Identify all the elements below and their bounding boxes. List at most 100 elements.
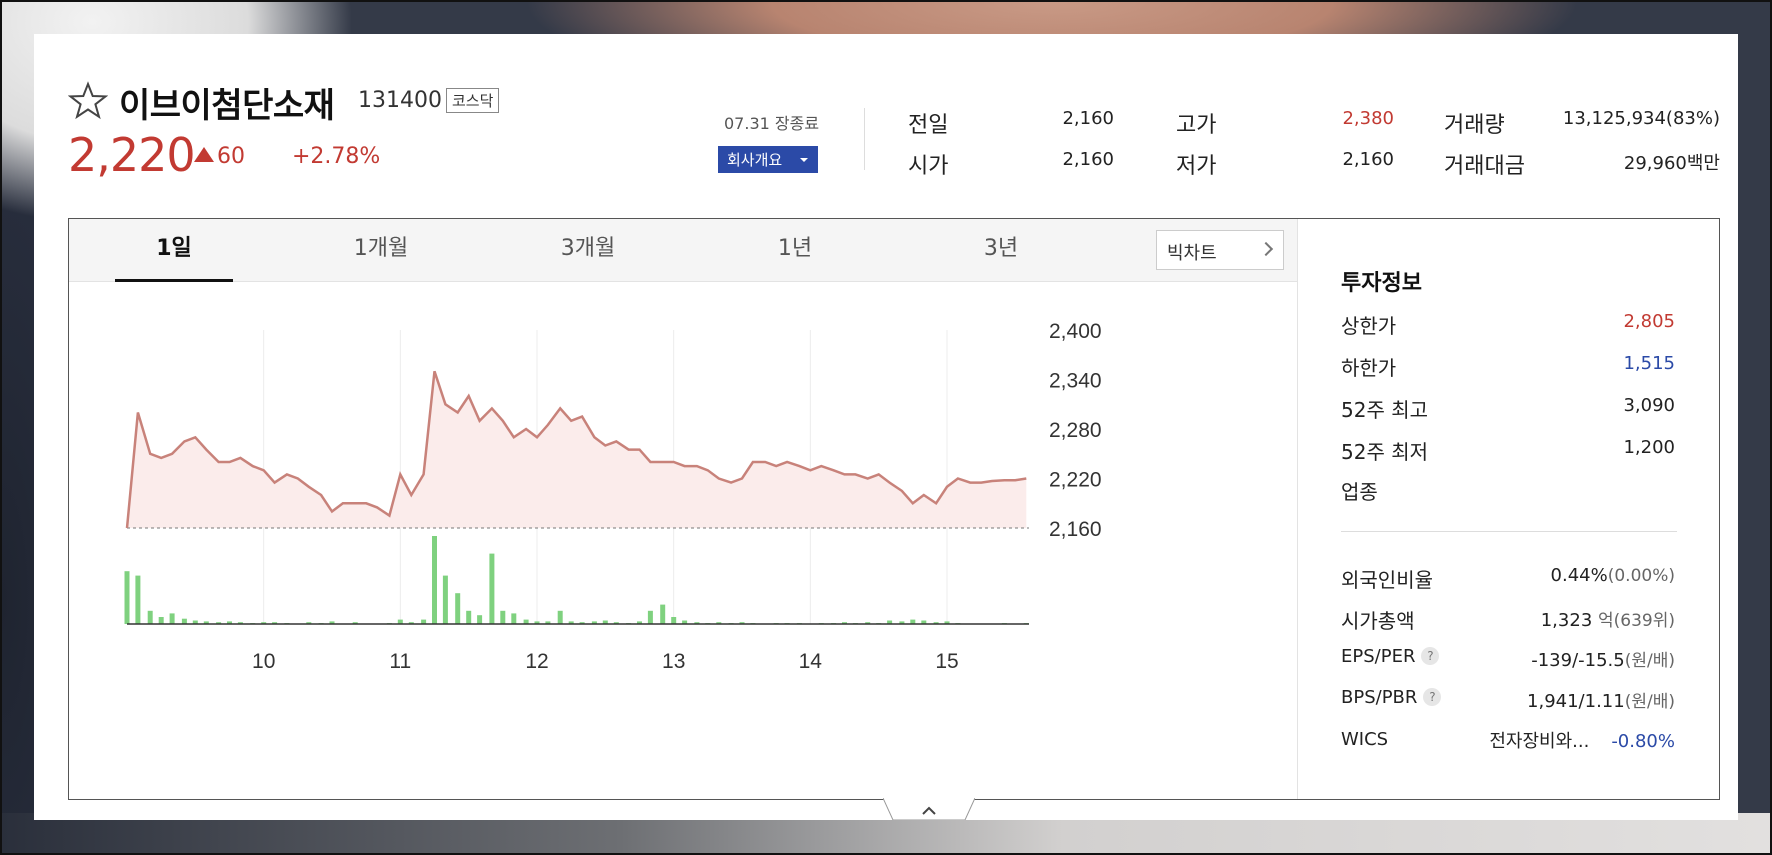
invest-info-title: 투자정보 [1341,271,1422,296]
volume-bar [466,610,472,624]
invest-divider [1341,531,1677,532]
big-chart-button[interactable]: 빅차트 [1156,230,1284,270]
collapse-toggle[interactable] [883,798,975,820]
session-status: 07.31 장종료 [724,114,820,133]
tab-1month[interactable]: 1개월 [322,219,440,282]
big-chart-label: 빅차트 [1167,243,1217,264]
eps-per-unit: (원/배) [1624,651,1675,671]
foreign-ratio-value: 0.44%(0.00%) [1551,565,1675,586]
stat-volume-label: 거래량 [1444,113,1505,138]
period-tabs: 1일 1개월 3개월 1년 3년 빅차트 [69,219,1297,282]
eps-per-amount: -139/-15.5 [1531,650,1625,671]
stock-card: 이브이첨단소재 131400 코스닥 2,220 60 +2.78% 07.31… [34,34,1738,820]
wics-label: WICS [1341,729,1389,750]
company-overview-label: 회사개요 [727,151,783,169]
stat-amount-value: 29,960백만 [1623,153,1720,174]
52w-low-value: 1,200 [1623,437,1675,458]
y-tick-label: 2,400 [1049,320,1102,343]
market-cap-label: 시가총액 [1341,609,1415,633]
foreign-ratio-change: (0.00%) [1607,566,1675,586]
market-cap-amount: 1,323 [1540,610,1593,631]
eps-per-text: EPS/PER [1341,646,1416,667]
sector-label: 업종 [1341,480,1378,504]
upper-limit-label: 상한가 [1341,314,1397,338]
market-cap-value: 1,323 억(639위) [1541,606,1675,631]
volume-bar [511,613,517,624]
x-tick-label: 14 [799,650,823,673]
caret-down-icon [800,158,808,162]
chevron-right-icon [1258,241,1274,257]
y-tick-label: 2,160 [1049,518,1102,541]
volume-bar [169,613,175,624]
tab-1day[interactable]: 1일 [115,219,233,282]
wics-change: -0.80% [1611,731,1675,752]
eps-per-value: -139/-15.5(원/배) [1531,646,1675,671]
help-icon[interactable]: ? [1421,647,1440,665]
x-tick-label: 15 [935,650,958,673]
52w-high-label: 52주 최고 [1341,398,1429,422]
volume-bar [455,593,461,624]
wics-sector[interactable]: 전자장비와... [1489,731,1589,752]
52w-high-value: 3,090 [1623,395,1675,416]
foreign-ratio-pct: 0.44% [1550,565,1608,586]
market-badge: 코스닥 [446,88,500,113]
bps-pbr-value: 1,941/1.11(원/배) [1527,687,1675,712]
volume-bar [671,617,677,624]
volume-bar [158,617,164,624]
volume-bar [432,536,437,624]
volume-bar [181,618,187,624]
volume-bar [442,575,448,624]
x-tick-label: 12 [525,650,548,673]
stat-volume-value: 13,125,934(83%) [1562,108,1720,129]
x-tick-label: 10 [252,650,275,673]
wics-value: 전자장비와... -0.80% [1489,727,1675,753]
tab-3month[interactable]: 3개월 [529,219,647,282]
market-cap-unit: 억 [1598,611,1614,631]
stat-high-value: 2,380 [1342,108,1394,129]
volume-bar [124,571,130,624]
panel-divider [1297,219,1298,799]
52w-low-label: 52주 최저 [1341,440,1429,464]
stat-prev-value: 2,160 [1062,108,1114,129]
volume-bar [135,575,141,624]
bps-pbr-text: BPS/PBR [1341,687,1418,708]
x-tick-label: 13 [662,650,685,673]
help-icon[interactable]: ? [1423,688,1442,706]
price-change-value: 60 [217,144,245,169]
volume-bar [489,553,495,624]
volume-bar [500,610,506,624]
company-overview-button[interactable]: 회사개요 [718,146,818,173]
up-triangle-icon [194,147,214,162]
volume-bar [147,610,153,624]
x-tick-label: 11 [389,650,411,673]
price-area-fill [127,371,1027,528]
header-divider [864,108,865,170]
stock-code: 131400 [358,88,442,113]
bps-pbr-amount: 1,941/1.11 [1527,691,1625,712]
volume-bar [557,610,563,624]
tab-1year[interactable]: 1년 [736,219,854,282]
foreign-ratio-label: 외국인비율 [1341,568,1433,592]
stock-name: 이브이첨단소재 [119,86,335,126]
eps-per-label: EPS/PER? [1341,646,1440,667]
stat-high-label: 고가 [1176,113,1217,138]
y-tick-label: 2,280 [1049,419,1102,442]
price-change-percent: +2.78% [292,144,381,169]
stat-low-label: 저가 [1176,154,1217,179]
stat-prev-label: 전일 [908,113,949,138]
tab-3year[interactable]: 3년 [942,219,1060,282]
lower-limit-label: 하한가 [1341,356,1397,380]
volume-bar [660,604,666,624]
stat-open-label: 시가 [908,154,949,179]
stat-low-value: 2,160 [1342,149,1394,170]
lower-limit-value: 1,515 [1623,353,1675,374]
y-tick-label: 2,340 [1049,370,1102,393]
bps-pbr-unit: (원/배) [1624,692,1675,712]
y-tick-label: 2,220 [1049,469,1102,492]
stat-open-value: 2,160 [1062,149,1114,170]
current-price: 2,220 [68,128,196,182]
favorite-star-icon[interactable] [68,81,108,121]
price-change: 60 [194,144,245,169]
stat-amount-label: 거래대금 [1444,154,1525,179]
bps-pbr-label: BPS/PBR? [1341,687,1442,708]
